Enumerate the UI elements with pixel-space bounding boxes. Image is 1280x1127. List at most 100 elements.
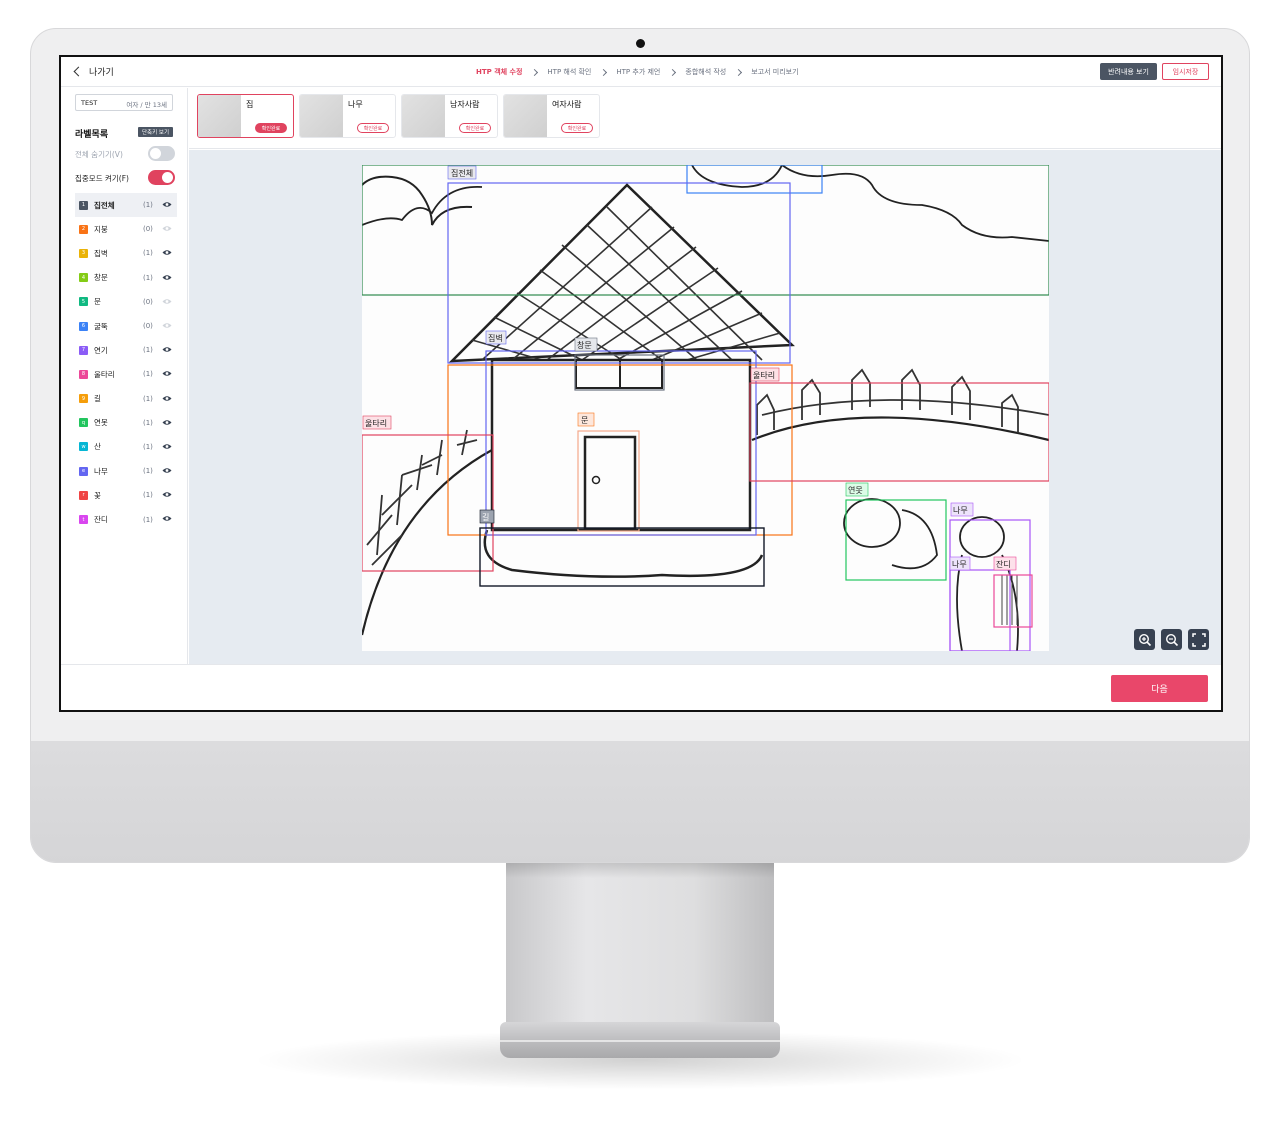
- user-info-box: TEST 여자 / 만 13세: [75, 94, 173, 111]
- bbox-label-window: 창문: [577, 341, 592, 350]
- label-item[interactable]: 7 연기 (1): [75, 338, 177, 362]
- thumbnail-image: [300, 95, 343, 137]
- label-count: (1): [143, 515, 153, 524]
- eye-icon[interactable]: [162, 515, 172, 522]
- thumbnail-card[interactable]: 나무 확인완료: [299, 94, 396, 138]
- bbox-label-path: 길: [482, 513, 489, 522]
- label-key-badge: t: [79, 515, 88, 525]
- zoom-in-button[interactable]: [1134, 629, 1155, 650]
- chevron-right-icon: [600, 68, 608, 76]
- eye-icon[interactable]: [162, 274, 172, 281]
- step-report-preview[interactable]: 보고서 미리보기: [751, 67, 798, 77]
- eye-icon[interactable]: [162, 249, 172, 256]
- label-name: 잔디: [94, 515, 108, 525]
- view-rejection-button[interactable]: 반려내용 보기: [1100, 63, 1157, 80]
- monitor-stand-neck: [506, 862, 774, 1030]
- label-key-badge: q: [79, 418, 88, 428]
- label-key-badge: 2: [79, 224, 88, 234]
- fence-left: [366, 429, 478, 566]
- label-name: 집벽: [94, 248, 108, 258]
- step-breadcrumb: HTP 객체 수정 HTP 해석 확인 HTP 추가 제언 종합해석 작성 보고…: [476, 67, 799, 77]
- bbox-labels: 집전체 집벽 창문 울타리 울타리 문 길 연못 나무 나무 잔디: [362, 165, 1017, 571]
- label-item[interactable]: q 연못 (1): [75, 411, 177, 435]
- temp-save-button[interactable]: 임시저장: [1162, 63, 1209, 80]
- label-item[interactable]: 5 문 (0): [75, 290, 177, 314]
- label-count: (0): [143, 297, 153, 306]
- label-name: 꽃: [94, 490, 101, 500]
- drawing-svg: 집전체 집벽 창문 울타리 울타리 문 길 연못 나무 나무 잔디: [360, 164, 1050, 652]
- focus-mode-toggle[interactable]: [148, 170, 175, 185]
- label-count: (1): [143, 201, 153, 210]
- label-count: (1): [143, 249, 153, 258]
- bbox-label-door: 문: [581, 416, 588, 425]
- label-item[interactable]: e 나무 (1): [75, 459, 177, 483]
- bbox-label-pond: 연못: [848, 486, 863, 495]
- label-item[interactable]: t 잔디 (1): [75, 507, 177, 531]
- eye-off-icon[interactable]: [162, 322, 172, 329]
- label-key-badge: 7: [79, 345, 88, 355]
- eye-icon[interactable]: [162, 491, 172, 498]
- bbox-label-house: 집전체: [451, 168, 473, 178]
- step-object-edit[interactable]: HTP 객체 수정: [476, 67, 522, 77]
- chevron-right-icon: [669, 68, 677, 76]
- label-count: (1): [143, 467, 153, 476]
- label-item[interactable]: 8 울타리 (1): [75, 362, 177, 386]
- label-count: (1): [143, 273, 153, 282]
- thumbnail-card[interactable]: 집확인완료: [197, 94, 294, 138]
- label-name: 길: [94, 394, 101, 404]
- label-name: 문: [94, 297, 101, 307]
- ground-right-stroke: [751, 416, 1050, 442]
- label-item[interactable]: r 꽃 (1): [75, 483, 177, 507]
- focus-mode-label: 집중모드 켜기(F): [75, 174, 129, 183]
- bbox-fence-right[interactable]: [749, 382, 1050, 482]
- fit-screen-button[interactable]: [1188, 629, 1209, 650]
- label-item[interactable]: 9 길 (1): [75, 387, 177, 411]
- bbox-door[interactable]: [577, 430, 640, 532]
- back-button[interactable]: 나가기: [73, 65, 114, 78]
- label-item[interactable]: w 산 (1): [75, 435, 177, 459]
- roof-grid: [471, 206, 781, 361]
- hide-all-toggle[interactable]: [148, 146, 175, 161]
- label-item[interactable]: 3 집벽 (1): [75, 241, 177, 265]
- thumbnail-card[interactable]: 남자사람확인완료: [401, 94, 498, 138]
- zoom-out-icon: [1165, 633, 1178, 646]
- label-item[interactable]: 4 창문 (1): [75, 266, 177, 290]
- eye-icon[interactable]: [162, 443, 172, 450]
- next-button[interactable]: 다음: [1111, 675, 1208, 702]
- status-badge: 확인완료: [255, 123, 287, 133]
- label-key-badge: 3: [79, 248, 88, 258]
- eye-off-icon[interactable]: [162, 225, 172, 232]
- thumbnail-card[interactable]: 여자사람 확인완료: [503, 94, 600, 138]
- zoom-out-button[interactable]: [1161, 629, 1182, 650]
- eye-off-icon[interactable]: [162, 298, 172, 305]
- eye-icon[interactable]: [162, 467, 172, 474]
- eye-icon[interactable]: [162, 370, 172, 377]
- label-item[interactable]: 6 굴뚝 (0): [75, 314, 177, 338]
- girl-head: [959, 516, 1005, 558]
- label-count: (1): [143, 442, 153, 451]
- step-additional-suggestion[interactable]: HTP 추가 제언: [616, 67, 660, 77]
- label-name: 집전체: [94, 200, 115, 210]
- bbox-label-fence-left: 울타리: [365, 419, 387, 428]
- drawing-thumbnails: 집 확인완료 나무 확인완료 남자사람 확인완료 여자사람 확인완료: [189, 88, 1221, 149]
- status-badge: 확인완료: [459, 123, 491, 133]
- drawing-canvas[interactable]: 집전체 집벽 창문 울타리 울타리 문 길 연못 나무 나무 잔디: [360, 164, 1050, 652]
- eye-icon[interactable]: [162, 346, 172, 353]
- label-name: 연기: [94, 345, 108, 355]
- thumbnail-name: 남자사람: [450, 100, 480, 109]
- label-count: (1): [143, 491, 153, 500]
- thumbnail-name: 집: [246, 100, 254, 109]
- step-interpretation-check[interactable]: HTP 해석 확인: [547, 67, 591, 77]
- label-item[interactable]: 1 집전체 (1): [75, 193, 177, 218]
- bbox-tree-b[interactable]: [949, 569, 1011, 652]
- door-outline: [583, 435, 637, 531]
- fullscreen-icon: [1191, 632, 1206, 647]
- step-overall-interpretation[interactable]: 종합해석 작성: [685, 67, 726, 77]
- eye-icon[interactable]: [162, 201, 172, 208]
- shortcut-button[interactable]: 단축키 보기: [138, 127, 173, 137]
- label-item[interactable]: 2 지붕 (0): [75, 217, 177, 241]
- label-key-badge: 1: [79, 200, 88, 210]
- eye-icon[interactable]: [162, 419, 172, 426]
- eye-icon[interactable]: [162, 395, 172, 402]
- label-key-badge: r: [79, 490, 88, 500]
